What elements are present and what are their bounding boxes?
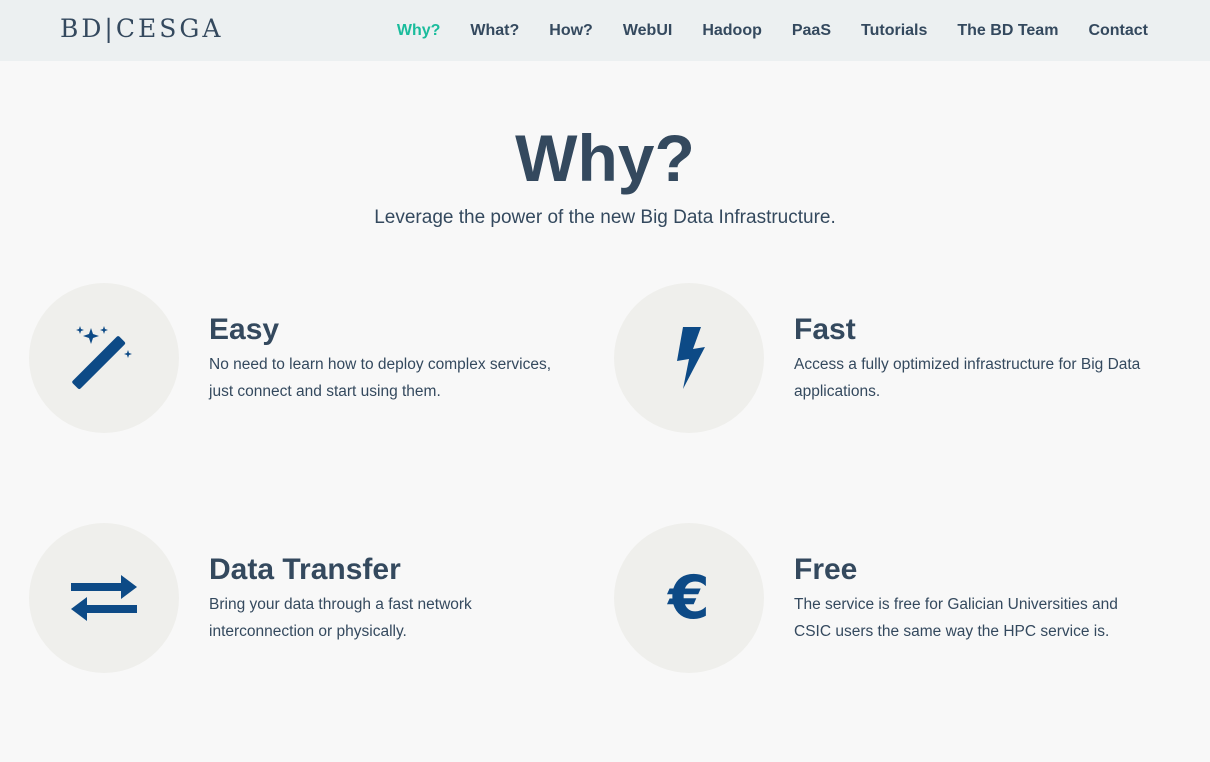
feature-title: Easy [209, 313, 280, 346]
nav-link-how[interactable]: How? [534, 22, 608, 40]
feature-text: Access a fully optimized infrastructure … [794, 356, 1141, 400]
feature-icon-circle [29, 283, 179, 433]
feature-free: € Free The service is free for Galician … [614, 523, 1174, 673]
lightning-bolt-icon [671, 327, 707, 389]
page-title: Why? [515, 121, 695, 195]
feature-fast: Fast Access a fully optimized infrastruc… [614, 283, 1174, 433]
feature-text: No need to learn how to deploy complex s… [209, 356, 552, 400]
nav-item-webui: WebUI [608, 22, 687, 40]
feature-text: The service is free for Galician Univers… [794, 596, 1118, 640]
nav-link-what[interactable]: What? [455, 22, 534, 40]
nav-link-paas[interactable]: PaaS [777, 22, 846, 40]
feature-title: Data Transfer [209, 553, 401, 586]
nav-item-contact: Contact [1073, 22, 1163, 40]
feature-easy: Easy No need to learn how to deploy comp… [29, 283, 589, 433]
page-subtitle: Leverage the power of the new Big Data I… [374, 207, 836, 228]
euro-icon: € [668, 563, 710, 633]
nav-item-team: The BD Team [942, 22, 1073, 40]
nav-item-what: What? [455, 22, 534, 40]
nav-link-tutorials[interactable]: Tutorials [846, 22, 942, 40]
feature-icon-circle [29, 523, 179, 673]
feature-title: Fast [794, 313, 856, 346]
nav-item-tutorials: Tutorials [846, 22, 942, 40]
navbar: BD|CESGA Why? What? How? WebUI Hadoop Pa… [0, 0, 1210, 61]
nav-link-team[interactable]: The BD Team [942, 22, 1073, 40]
nav-link-webui[interactable]: WebUI [608, 22, 687, 40]
nav-link-contact[interactable]: Contact [1073, 22, 1163, 40]
nav-item-why: Why? [382, 22, 456, 40]
feature-text: Bring your data through a fast network i… [209, 596, 472, 640]
brand-logo[interactable]: BD|CESGA [60, 14, 223, 43]
main-nav: Why? What? How? WebUI Hadoop PaaS Tutori… [382, 0, 1163, 61]
nav-link-hadoop[interactable]: Hadoop [687, 22, 777, 40]
feature-data-transfer: Data Transfer Bring your data through a … [29, 523, 589, 673]
hero-section: Why? Leverage the power of the new Big D… [0, 118, 1210, 232]
feature-title: Free [794, 553, 858, 586]
feature-icon-circle [614, 283, 764, 433]
nav-item-hadoop: Hadoop [687, 22, 777, 40]
nav-item-how: How? [534, 22, 608, 40]
nav-item-paas: PaaS [777, 22, 846, 40]
magic-wand-icon [72, 326, 136, 390]
transfer-arrows-icon [71, 573, 137, 623]
feature-icon-circle: € [614, 523, 764, 673]
nav-link-why[interactable]: Why? [382, 22, 456, 40]
